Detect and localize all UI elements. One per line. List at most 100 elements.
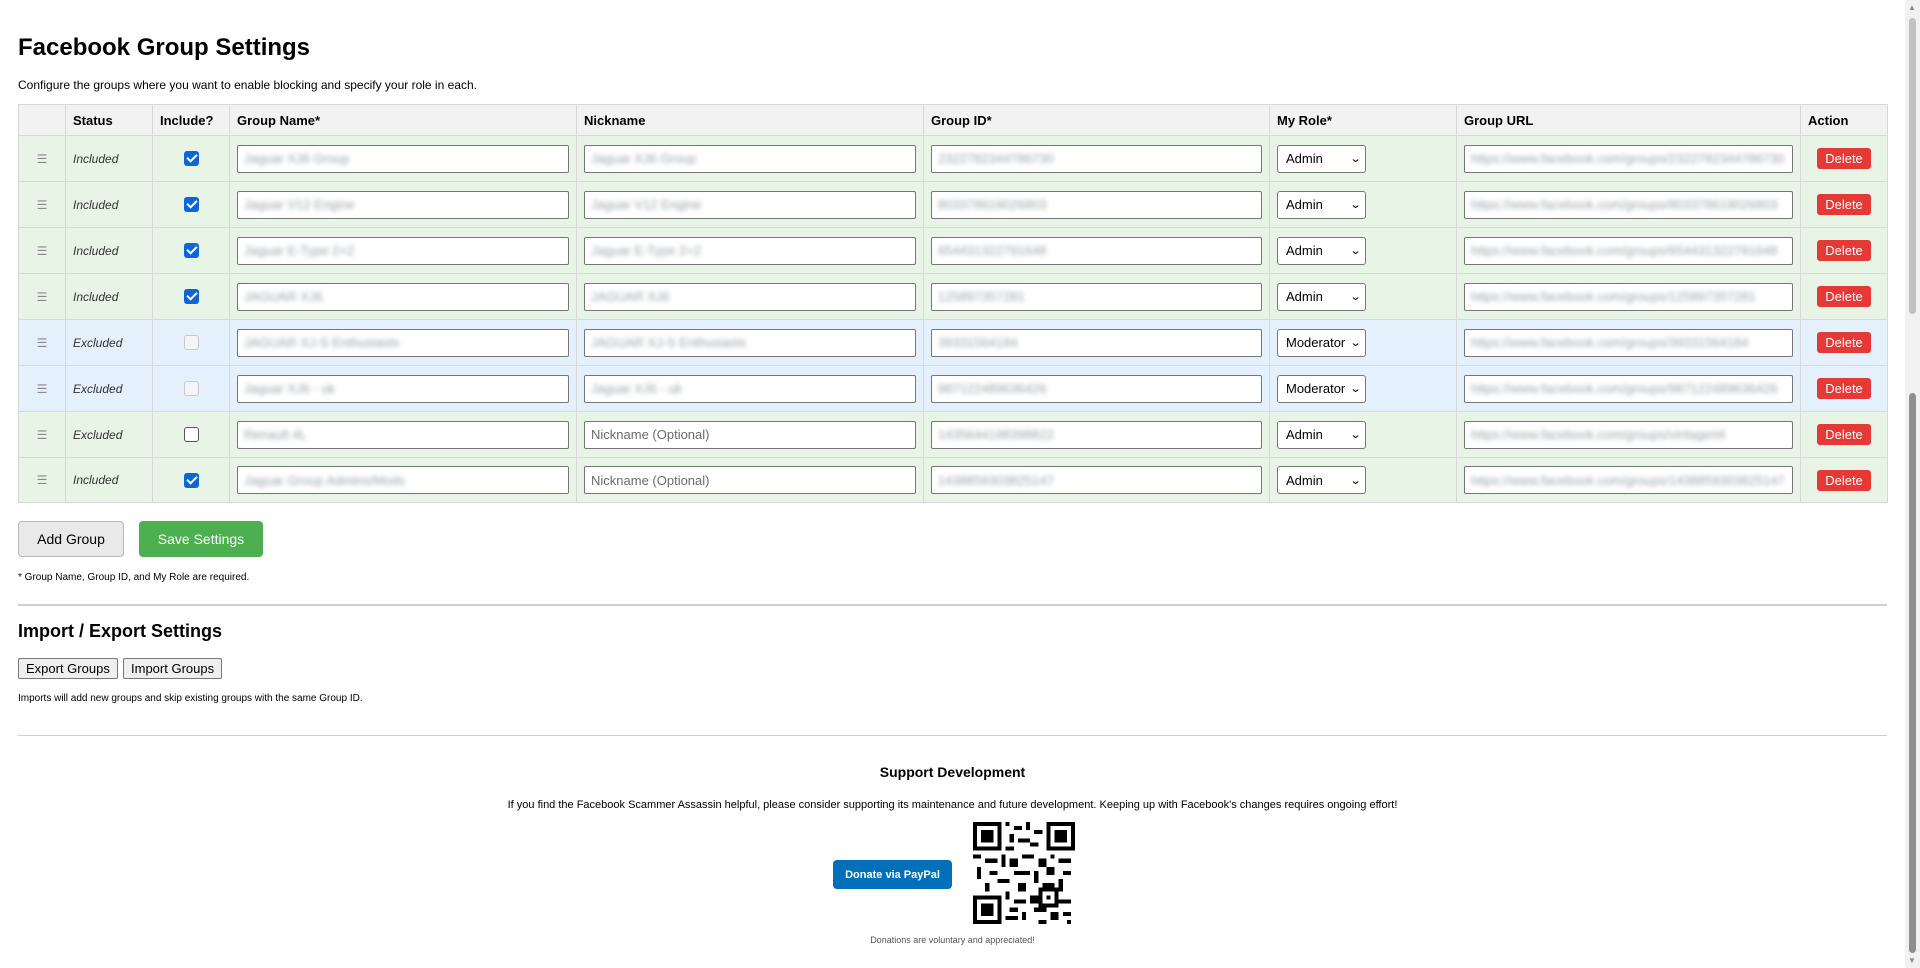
header-status: Status [65,104,153,136]
vertical-scrollbar[interactable]: ▲ ▼ [1905,0,1920,968]
row-status: Included [65,457,153,503]
group-url-value: https://www.facebook.com/groups/12589735… [1471,289,1756,304]
save-settings-button[interactable]: Save Settings [139,521,263,557]
import-groups-button[interactable]: Import Groups [123,658,223,679]
group-name-input[interactable]: Jaguar XJ6 - uk [237,374,569,403]
drag-handle-icon[interactable]: ☰ [18,411,66,458]
include-checkbox[interactable] [183,243,199,259]
group-id-input[interactable]: 654431322791648 [931,236,1262,265]
group-url-input[interactable]: https://www.facebook.com/groups/39331564… [1464,328,1793,357]
scroll-down-icon[interactable]: ▼ [1908,956,1916,965]
drag-handle-icon[interactable]: ☰ [18,135,66,182]
chevron-down-icon: ⌄ [1349,383,1362,395]
group-url-input[interactable]: https://www.facebook.com/groups/65443132… [1464,236,1793,265]
group-url-input[interactable]: https://www.facebook.com/groups/12589735… [1464,282,1793,311]
role-select[interactable]: Admin ⌄ [1277,420,1366,449]
role-value: Admin [1286,197,1323,212]
nickname-input[interactable]: Jaguar V12 Engine [584,190,916,219]
drag-handle-icon[interactable]: ☰ [18,181,66,228]
nickname-input[interactable]: Nickname (Optional) [584,420,916,449]
delete-button[interactable]: Delete [1817,332,1871,353]
role-select[interactable]: Admin ⌄ [1277,144,1366,173]
group-name-input[interactable]: Jaguar Group Admins/Mods [237,466,569,494]
group-name-value: Jaguar XJ6 Group [244,151,350,166]
scroll-up-icon[interactable]: ▲ [1908,3,1916,12]
group-id-input[interactable]: 125897357281 [931,282,1262,311]
group-id-input[interactable]: 1435644198398822 [931,420,1262,449]
export-groups-button[interactable]: Export Groups [18,658,118,679]
chevron-down-icon: ⌄ [1349,153,1362,165]
role-value: Admin [1286,427,1323,442]
role-value: Moderator [1286,381,1346,396]
include-checkbox[interactable] [183,197,199,213]
nickname-input[interactable]: Jaguar XJ6 Group [584,144,916,173]
group-url-value: https://www.facebook.com/groups/23227823… [1471,151,1785,166]
group-id-input[interactable]: 39331564184 [931,328,1262,357]
chevron-down-icon: ⌄ [1349,429,1362,441]
delete-button[interactable]: Delete [1817,194,1871,215]
delete-button[interactable]: Delete [1817,424,1871,445]
group-name-value: JAGUAR XJ-S Enthusiasts [244,335,400,350]
include-checkbox[interactable] [183,151,199,167]
role-select[interactable]: Admin ⌄ [1277,190,1366,219]
role-value: Admin [1286,472,1323,488]
role-select[interactable]: Admin ⌄ [1277,282,1366,311]
nickname-input[interactable]: JAGUAR XJ6 [584,282,916,311]
group-name-input[interactable]: JAGUAR XJ6 [237,282,569,311]
add-group-button[interactable]: Add Group [18,521,124,557]
header-include: Include? [152,104,230,136]
nickname-input[interactable]: Nickname (Optional) [584,466,916,494]
group-url-input[interactable]: https://www.facebook.com/groups/23227823… [1464,144,1793,173]
group-url-value: https://www.facebook.com/groups/98712248… [1471,381,1778,396]
include-checkbox[interactable] [183,472,199,488]
group-url-input[interactable]: https://www.facebook.com/groups/14388593… [1464,466,1793,494]
delete-button[interactable]: Delete [1817,286,1871,307]
group-name-input[interactable]: Renault 4L [237,420,569,449]
nickname-input[interactable]: Jaguar E-Type 2+2 [584,236,916,265]
group-name-input[interactable]: Jaguar E-Type 2+2 [237,236,569,265]
role-select[interactable]: Admin ⌄ [1277,466,1366,494]
donate-paypal-button[interactable]: Donate via PayPal [833,860,952,889]
table-row: ☰ Excluded Renault 4L Nickname (Optional… [18,411,1888,458]
delete-button[interactable]: Delete [1817,240,1871,261]
group-id-value: 125897357281 [938,289,1025,304]
group-url-input[interactable]: https://www.facebook.com/groups/98712248… [1464,374,1793,403]
include-checkbox[interactable] [183,289,199,305]
group-name-input[interactable]: Jaguar V12 Engine [237,190,569,219]
header-group-id: Group ID* [923,104,1270,136]
drag-handle-icon[interactable]: ☰ [18,319,66,366]
nickname-value: Jaguar V12 Engine [591,197,702,212]
group-name-value: JAGUAR XJ6 [244,289,323,304]
group-id-value: 1435644198398822 [938,427,1054,442]
delete-button[interactable]: Delete [1817,148,1871,169]
group-name-input[interactable]: Jaguar XJ6 Group [237,144,569,173]
drag-handle-icon[interactable]: ☰ [18,365,66,412]
role-select[interactable]: Moderator ⌄ [1277,374,1366,403]
drag-handle-icon[interactable]: ☰ [18,227,66,274]
group-id-input[interactable]: 2322782344786730 [931,144,1262,173]
group-id-input[interactable]: 803378619026803 [931,190,1262,219]
delete-button[interactable]: Delete [1817,469,1871,491]
drag-handle-icon[interactable]: ☰ [18,273,66,320]
group-id-input[interactable]: 987122489636426 [931,374,1262,403]
group-name-input[interactable]: JAGUAR XJ-S Enthusiasts [237,328,569,357]
scrollbar-thumb[interactable] [1909,393,1916,953]
group-id-input[interactable]: 1438859303825147 [931,466,1262,494]
donate-note: Donations are voluntary and appreciated! [870,935,1035,945]
delete-button[interactable]: Delete [1817,378,1871,399]
table-row: ☰ Included Jaguar XJ6 Group Jaguar XJ6 G… [18,135,1888,182]
nickname-input[interactable]: Jaguar XJ6 - uk [584,374,916,403]
include-checkbox[interactable] [183,427,199,443]
group-url-input[interactable]: https://www.facebook.com/groups/vintager… [1464,420,1793,449]
role-select[interactable]: Admin ⌄ [1277,236,1366,265]
group-id-value: 39331564184 [938,335,1018,350]
row-status: Included [65,135,153,182]
nickname-input[interactable]: JAGUAR XJ-S Enthusiasts [584,328,916,357]
page-title: Facebook Group Settings [18,34,311,61]
role-select[interactable]: Moderator ⌄ [1277,328,1366,357]
row-status: Included [65,227,153,274]
include-checkbox[interactable] [183,335,199,351]
include-checkbox[interactable] [183,381,199,397]
drag-handle-icon[interactable]: ☰ [18,457,66,503]
group-url-input[interactable]: https://www.facebook.com/groups/80337861… [1464,190,1793,219]
